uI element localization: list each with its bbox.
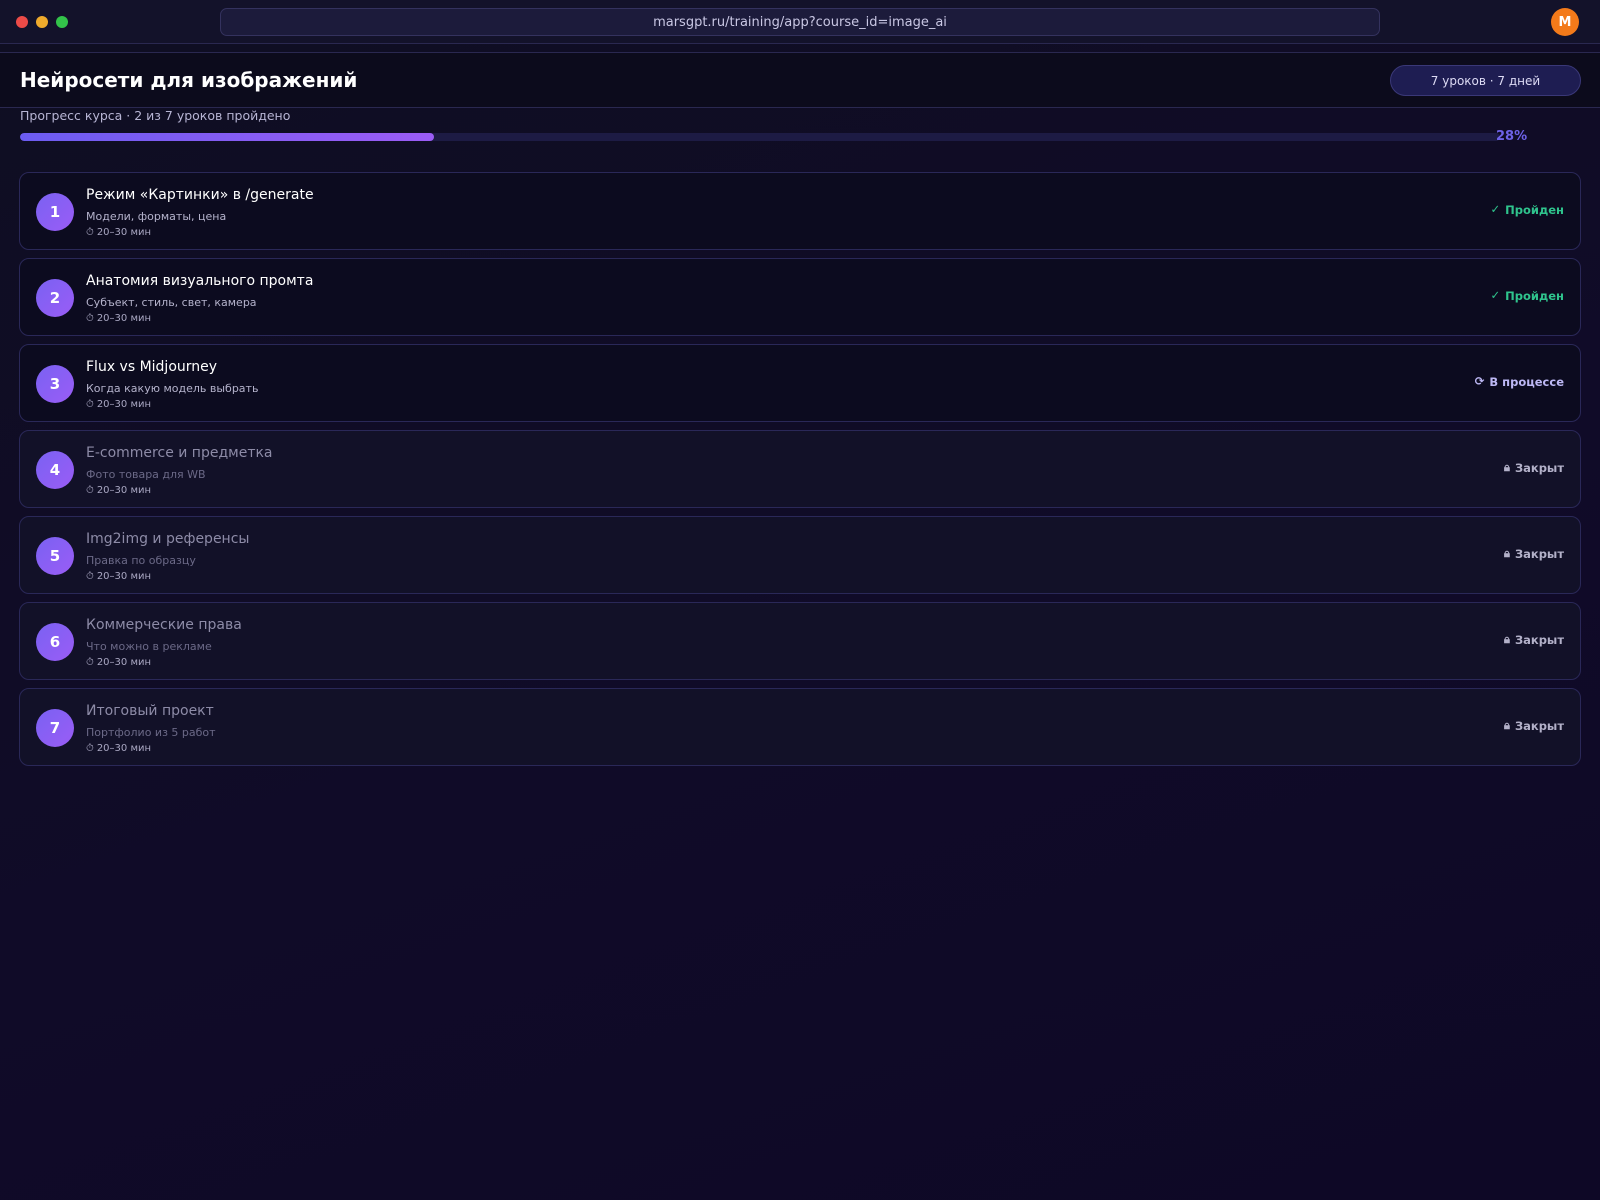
lesson-status-text: Пройден bbox=[1505, 289, 1564, 303]
lesson-subtitle: Правка по образцу bbox=[86, 554, 196, 567]
check-icon: ✓ bbox=[1490, 288, 1501, 303]
minimize-window-button[interactable] bbox=[36, 16, 48, 28]
lesson-number: 5 bbox=[36, 537, 74, 575]
lesson-number: 4 bbox=[36, 451, 74, 489]
lesson-duration-text: 20–30 мин bbox=[96, 657, 152, 668]
lesson-status: ✓ Пройден bbox=[1491, 289, 1565, 303]
lesson-title: Итоговый проект bbox=[86, 703, 214, 719]
progress-bar-fill bbox=[20, 133, 435, 141]
lesson-duration: ⏱ 20–30 мин bbox=[86, 657, 151, 668]
lock-icon: 🔒︎ bbox=[1503, 718, 1510, 733]
course-header: Нейросети для изображений 7 уроков · 7 д… bbox=[0, 52, 1600, 108]
lesson-number: 1 bbox=[36, 193, 74, 231]
lesson-number: 2 bbox=[36, 279, 74, 317]
lesson-subtitle: Что можно в рекламе bbox=[86, 640, 212, 653]
lock-icon: 🔒︎ bbox=[1503, 632, 1510, 647]
address-bar[interactable]: marsgpt.ru/training/app?course_id=image_… bbox=[220, 8, 1380, 36]
lesson-duration: ⏱ 20–30 мин bbox=[86, 399, 151, 410]
lock-icon: 🔒︎ bbox=[1503, 460, 1510, 475]
lesson-duration: ⏱ 20–30 мин bbox=[86, 313, 151, 324]
lesson-status: ✓ Пройден bbox=[1491, 203, 1565, 217]
clock-icon: ⏱ bbox=[86, 742, 94, 754]
lesson-number: 6 bbox=[36, 623, 74, 661]
lesson-subtitle: Модели, форматы, цена bbox=[86, 210, 227, 223]
clock-icon: ⏱ bbox=[86, 570, 94, 582]
lesson-status: ⟳ В процессе bbox=[1475, 375, 1564, 389]
lesson-status: 🔒︎ Закрыт bbox=[1504, 719, 1564, 733]
lesson-duration-text: 20–30 мин bbox=[96, 227, 152, 238]
address-bar-url: marsgpt.ru/training/app?course_id=image_… bbox=[653, 14, 947, 30]
progress-percent: 28% bbox=[1496, 129, 1528, 144]
lesson-status-text: Закрыт bbox=[1514, 633, 1564, 647]
clock-icon: ⏱ bbox=[86, 226, 94, 238]
lesson-title: Flux vs Midjourney bbox=[86, 359, 218, 375]
lesson-status-text: В процессе bbox=[1489, 375, 1564, 389]
maximize-window-button[interactable] bbox=[56, 16, 68, 28]
lesson-number: 3 bbox=[36, 365, 74, 403]
lesson-status-text: Закрыт bbox=[1514, 719, 1564, 733]
lesson-number: 7 bbox=[36, 709, 74, 747]
lock-icon: 🔒︎ bbox=[1503, 546, 1510, 561]
lesson-status-text: Закрыт bbox=[1514, 547, 1564, 561]
course-meta-badge: 7 уроков · 7 дней bbox=[1390, 65, 1581, 96]
lesson-subtitle: Когда какую модель выбрать bbox=[86, 382, 259, 395]
lesson-card[interactable]: 2 Анатомия визуального промта Субъект, с… bbox=[19, 258, 1581, 336]
lesson-status-text: Закрыт bbox=[1514, 461, 1564, 475]
lesson-list: 1 Режим «Картинки» в /generate Модели, ф… bbox=[19, 172, 1581, 774]
lesson-card[interactable]: 6 Коммерческие права Что можно в рекламе… bbox=[19, 602, 1581, 680]
lesson-card[interactable]: 4 E-commerce и предметка Фото товара для… bbox=[19, 430, 1581, 508]
progress-bar bbox=[20, 133, 1500, 141]
lesson-subtitle: Портфолио из 5 работ bbox=[86, 726, 216, 739]
lesson-title: Коммерческие права bbox=[86, 617, 242, 633]
lesson-subtitle: Фото товара для WB bbox=[86, 468, 206, 481]
lesson-card[interactable]: 1 Режим «Картинки» в /generate Модели, ф… bbox=[19, 172, 1581, 250]
progress-label: Прогресс курса · 2 из 7 уроков пройдено bbox=[20, 108, 291, 123]
clock-icon: ⏱ bbox=[86, 398, 94, 410]
lesson-status: 🔒︎ Закрыт bbox=[1504, 633, 1564, 647]
lesson-card[interactable]: 3 Flux vs Midjourney Когда какую модель … bbox=[19, 344, 1581, 422]
lesson-subtitle: Субъект, стиль, свет, камера bbox=[86, 296, 257, 309]
lesson-title: Анатомия визуального промта bbox=[86, 273, 314, 289]
user-avatar[interactable]: M bbox=[1551, 8, 1579, 36]
lesson-duration-text: 20–30 мин bbox=[96, 571, 152, 582]
refresh-icon: ⟳ bbox=[1474, 374, 1485, 389]
lesson-duration-text: 20–30 мин bbox=[96, 399, 152, 410]
lesson-card[interactable]: 5 Img2img и референсы Правка по образцу … bbox=[19, 516, 1581, 594]
lesson-duration-text: 20–30 мин bbox=[96, 485, 152, 496]
lesson-title: Режим «Картинки» в /generate bbox=[86, 187, 314, 203]
browser-toolbar: marsgpt.ru/training/app?course_id=image_… bbox=[0, 0, 1600, 44]
clock-icon: ⏱ bbox=[86, 484, 94, 496]
lesson-duration-text: 20–30 мин bbox=[96, 313, 152, 324]
lesson-status-text: Пройден bbox=[1505, 203, 1564, 217]
lesson-title: E-commerce и предметка bbox=[86, 445, 273, 461]
check-icon: ✓ bbox=[1490, 202, 1501, 217]
lesson-duration: ⏱ 20–30 мин bbox=[86, 743, 151, 754]
lesson-card[interactable]: 7 Итоговый проект Портфолио из 5 работ ⏱… bbox=[19, 688, 1581, 766]
lesson-title: Img2img и референсы bbox=[86, 531, 250, 547]
lesson-status: 🔒︎ Закрыт bbox=[1504, 547, 1564, 561]
lesson-duration-text: 20–30 мин bbox=[96, 743, 152, 754]
clock-icon: ⏱ bbox=[86, 656, 94, 668]
close-window-button[interactable] bbox=[16, 16, 28, 28]
clock-icon: ⏱ bbox=[86, 312, 94, 324]
lesson-status: 🔒︎ Закрыт bbox=[1504, 461, 1564, 475]
lesson-duration: ⏱ 20–30 мин bbox=[86, 227, 151, 238]
page-title: Нейросети для изображений bbox=[20, 68, 358, 92]
lesson-duration: ⏱ 20–30 мин bbox=[86, 485, 151, 496]
lesson-duration: ⏱ 20–30 мин bbox=[86, 571, 151, 582]
